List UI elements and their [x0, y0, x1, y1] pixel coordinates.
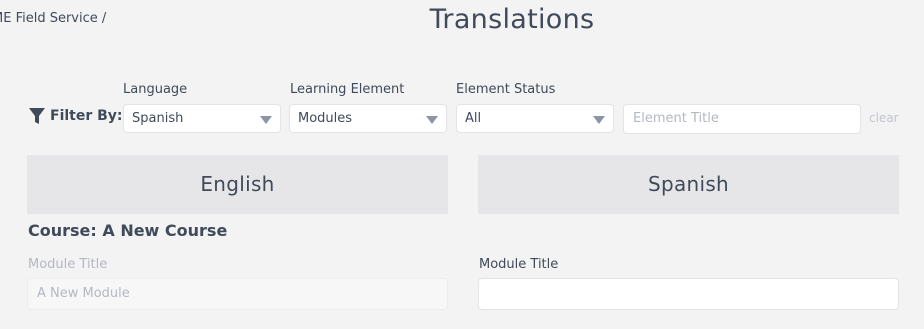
element-status-select-value: All [465, 111, 482, 126]
clear-filters-link[interactable]: clear [869, 111, 899, 125]
element-status-select[interactable]: All [456, 104, 614, 133]
filter-funnel-icon [29, 108, 45, 124]
language-select-value: Spanish [132, 111, 184, 126]
element-status-label: Element Status [456, 82, 556, 97]
language-select[interactable]: Spanish [123, 104, 281, 133]
target-module-title-label: Module Title [479, 257, 559, 272]
element-title-placeholder: Element Title [633, 111, 719, 126]
source-module-title-value: A New Module [37, 286, 130, 301]
filter-by: Filter By: [28, 106, 123, 126]
page-title: Translations [429, 4, 595, 35]
learning-element-select[interactable]: Modules [289, 104, 447, 133]
filter-by-label: Filter By: [50, 108, 123, 124]
caret-down-icon [426, 116, 438, 124]
source-module-title-field: A New Module [27, 278, 448, 310]
learning-element-label: Learning Element [290, 82, 405, 97]
caret-down-icon [593, 116, 605, 124]
learning-element-select-value: Modules [298, 111, 353, 126]
source-language-header: English [27, 155, 448, 214]
language-label: Language [123, 82, 188, 97]
element-title-input[interactable]: Element Title [623, 104, 861, 134]
course-title: Course: A New Course [28, 221, 228, 240]
target-language-header: Spanish [478, 155, 899, 214]
source-module-title-label: Module Title [28, 257, 108, 272]
caret-down-icon [260, 116, 272, 124]
target-module-title-input[interactable] [478, 278, 899, 310]
